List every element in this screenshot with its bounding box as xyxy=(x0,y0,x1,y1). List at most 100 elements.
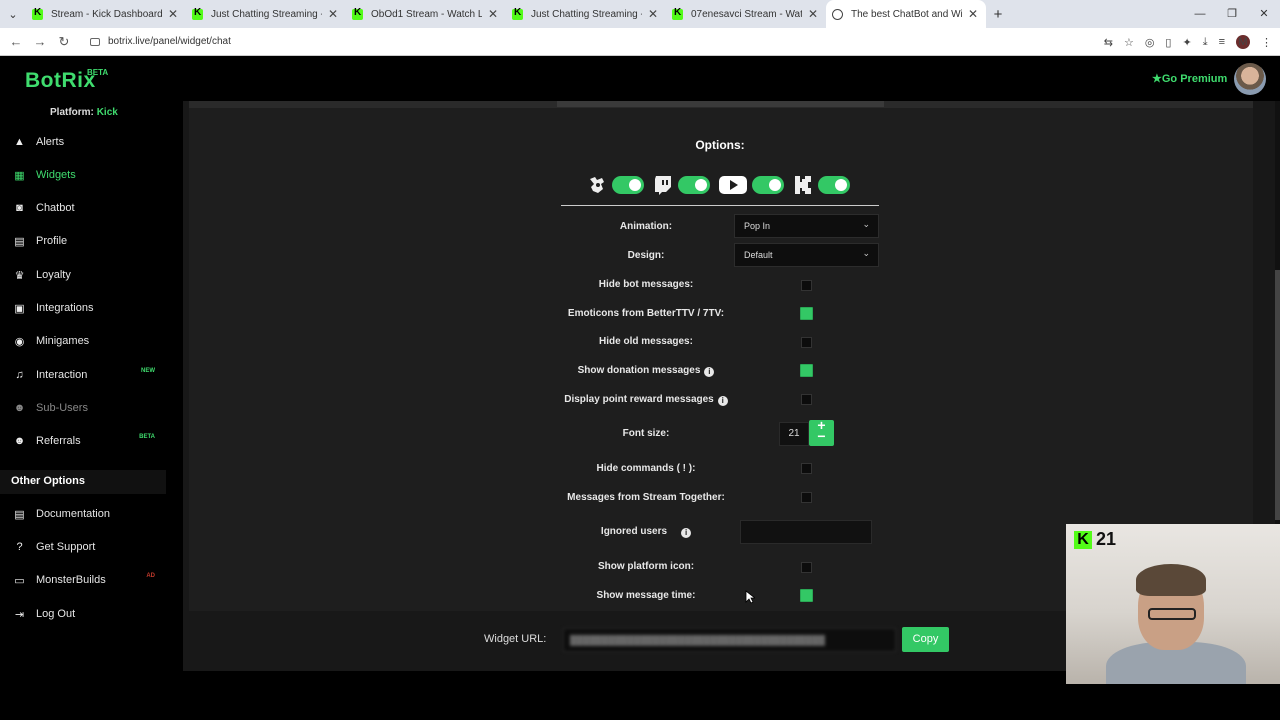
trophy-icon: ♛ xyxy=(14,269,25,282)
minus-icon[interactable]: − xyxy=(809,429,834,443)
kick-favicon-icon xyxy=(672,7,683,20)
restore-icon[interactable]: ❐ xyxy=(1216,0,1248,28)
go-premium-button[interactable]: ★Go Premium xyxy=(1152,72,1227,85)
extensions-puzzle-icon[interactable]: ✦ xyxy=(1182,36,1191,49)
sidebar-item-chatbot[interactable]: ◙ Chatbot xyxy=(13,198,163,218)
users-icon: ☻ xyxy=(13,402,26,414)
sidebar-item-referrals[interactable]: ☻ Referrals BETA xyxy=(13,431,163,451)
forward-icon[interactable]: → xyxy=(28,34,52,49)
sidebar-item-get-support[interactable]: ? Get Support xyxy=(13,537,163,557)
hide-bot-messages-checkbox[interactable] xyxy=(801,280,812,291)
panel-top-tab xyxy=(557,101,884,107)
back-icon[interactable]: ← xyxy=(4,34,28,49)
setting-label: Messages from Stream Together: xyxy=(567,492,725,503)
close-window-icon[interactable]: ✕ xyxy=(1248,0,1280,28)
kick-favicon-icon xyxy=(32,7,43,20)
translate-icon[interactable]: ⇆ xyxy=(1104,36,1113,49)
user-avatar[interactable] xyxy=(1234,63,1266,95)
reload-icon[interactable]: ↻ xyxy=(52,34,76,50)
music-note-icon: ♫ xyxy=(15,369,24,381)
new-tab-icon[interactable]: + xyxy=(986,6,1010,23)
sidebar-item-widgets[interactable]: ▦ Widgets xyxy=(13,165,163,185)
font-size-stepper[interactable]: + − xyxy=(809,418,834,446)
browser-tab[interactable]: Just Chatting Streaming - Live S✕ xyxy=(506,0,666,28)
stream-together-checkbox[interactable] xyxy=(801,492,812,503)
profile-avatar[interactable]: M xyxy=(1236,35,1250,49)
emoticons-checkbox[interactable] xyxy=(800,307,813,320)
close-tab-icon[interactable]: ✕ xyxy=(488,7,498,21)
webcam-overlay: K 21 xyxy=(1066,524,1280,684)
warning-icon: ▲ xyxy=(14,136,25,148)
bookmark-star-icon[interactable]: ☆ xyxy=(1124,36,1134,49)
widget-url-field[interactable]: ████████████████████████████████████████ xyxy=(563,628,896,652)
browser-tab[interactable]: Just Chatting Streaming - Live S✕ xyxy=(186,0,346,28)
design-select[interactable]: Default ⌄ xyxy=(734,243,879,267)
scrollbar-thumb[interactable] xyxy=(1275,270,1280,520)
bottom-bar xyxy=(0,688,1280,720)
sidebar-item-monsterbuilds[interactable]: ▭ MonsterBuilds AD xyxy=(13,570,163,590)
extension-icon[interactable]: ◎ xyxy=(1145,36,1155,49)
info-icon[interactable]: i xyxy=(704,367,715,377)
design-label: Design: xyxy=(627,250,665,261)
close-tab-icon[interactable]: ✕ xyxy=(808,7,818,21)
show-message-time-checkbox[interactable] xyxy=(800,589,813,602)
close-tab-icon[interactable]: ✕ xyxy=(648,7,658,21)
font-size-label: Font size: xyxy=(622,428,670,439)
ignored-users-label-row: Ignored users i xyxy=(555,526,737,538)
close-tab-icon[interactable]: ✕ xyxy=(328,7,338,21)
browser-tab[interactable]: Stream - Kick Dashboard✕ xyxy=(26,0,186,28)
point-reward-checkbox[interactable] xyxy=(801,394,812,405)
kick-toggle[interactable] xyxy=(818,176,850,194)
minimize-icon[interactable]: — xyxy=(1184,0,1216,28)
show-platform-icon-checkbox[interactable] xyxy=(801,562,812,573)
kebab-menu-icon[interactable]: ⋮ xyxy=(1261,36,1272,49)
botrix-logo[interactable]: BotRix xyxy=(25,69,96,93)
sidebar-item-minigames[interactable]: ◉ Minigames xyxy=(13,331,163,351)
sidebar-item-integrations[interactable]: ▣ Integrations xyxy=(13,298,163,318)
sidebar-item-sub-users[interactable]: ☻ Sub-Users xyxy=(13,398,163,418)
setting-label: Show message time: xyxy=(596,590,696,601)
twitch-icon xyxy=(652,174,674,196)
setting-label: Hide commands ( ! ): xyxy=(596,463,696,474)
user-group-icon: ☻ xyxy=(13,435,26,447)
show-donation-checkbox[interactable] xyxy=(800,364,813,377)
youtube-toggle[interactable] xyxy=(752,176,784,194)
sidebar-item-interaction[interactable]: ♫ Interaction NEW xyxy=(13,365,163,385)
twitch-toggle[interactable] xyxy=(678,176,710,194)
other-options-title: Other Options xyxy=(0,470,166,494)
browser-tab[interactable]: ObOd1 Stream - Watch Live on✕ xyxy=(346,0,506,28)
youtube-icon xyxy=(718,174,748,196)
new-badge: NEW xyxy=(141,368,155,374)
close-tab-icon[interactable]: ✕ xyxy=(168,7,178,21)
animation-select[interactable]: Pop In ⌄ xyxy=(734,214,879,238)
botrix-toggle[interactable] xyxy=(612,176,644,194)
ignored-users-input[interactable] xyxy=(740,520,872,544)
browser-tab[interactable]: 07enesavci Stream - Watch Live✕ xyxy=(666,0,826,28)
setting-label-row: Show donation messages i xyxy=(555,365,737,377)
url-field[interactable]: botrix.live/panel/widget/chat xyxy=(90,36,231,47)
sidebar-item-loyalty[interactable]: ♛ Loyalty xyxy=(13,265,163,285)
beta-badge: BETA xyxy=(87,68,109,77)
animation-label: Animation: xyxy=(619,221,673,232)
close-tab-icon[interactable]: ✕ xyxy=(968,7,978,21)
info-icon[interactable]: i xyxy=(717,396,728,406)
browser-tab-active[interactable]: The best ChatBot and Widgets✕ xyxy=(826,0,986,28)
menu-list-icon[interactable]: ≡ xyxy=(1219,36,1225,48)
question-icon: ? xyxy=(16,541,23,553)
info-icon[interactable]: i xyxy=(681,528,692,538)
download-icon[interactable]: ⤓ xyxy=(1203,36,1208,49)
sidebar-item-profile[interactable]: ▤ Profile xyxy=(13,231,163,251)
setting-label: Emoticons from BetterTTV / 7TV: xyxy=(567,308,725,319)
hide-commands-checkbox[interactable] xyxy=(801,463,812,474)
sidebar-item-alerts[interactable]: ▲ Alerts xyxy=(13,132,163,152)
reading-icon[interactable]: ▯ xyxy=(1165,36,1171,49)
hide-old-messages-checkbox[interactable] xyxy=(801,337,812,348)
logout-icon: ⇥ xyxy=(14,608,25,621)
font-size-input[interactable]: 21 xyxy=(779,422,809,446)
sidebar-item-log-out[interactable]: ⇥ Log Out xyxy=(13,604,163,624)
kick-logo-icon: K xyxy=(1074,531,1092,549)
copy-button[interactable]: Copy xyxy=(902,627,949,652)
site-info-icon[interactable] xyxy=(90,37,100,46)
tab-search-icon[interactable]: ⌄ xyxy=(0,0,26,28)
sidebar-item-documentation[interactable]: ▤ Documentation xyxy=(13,504,163,524)
